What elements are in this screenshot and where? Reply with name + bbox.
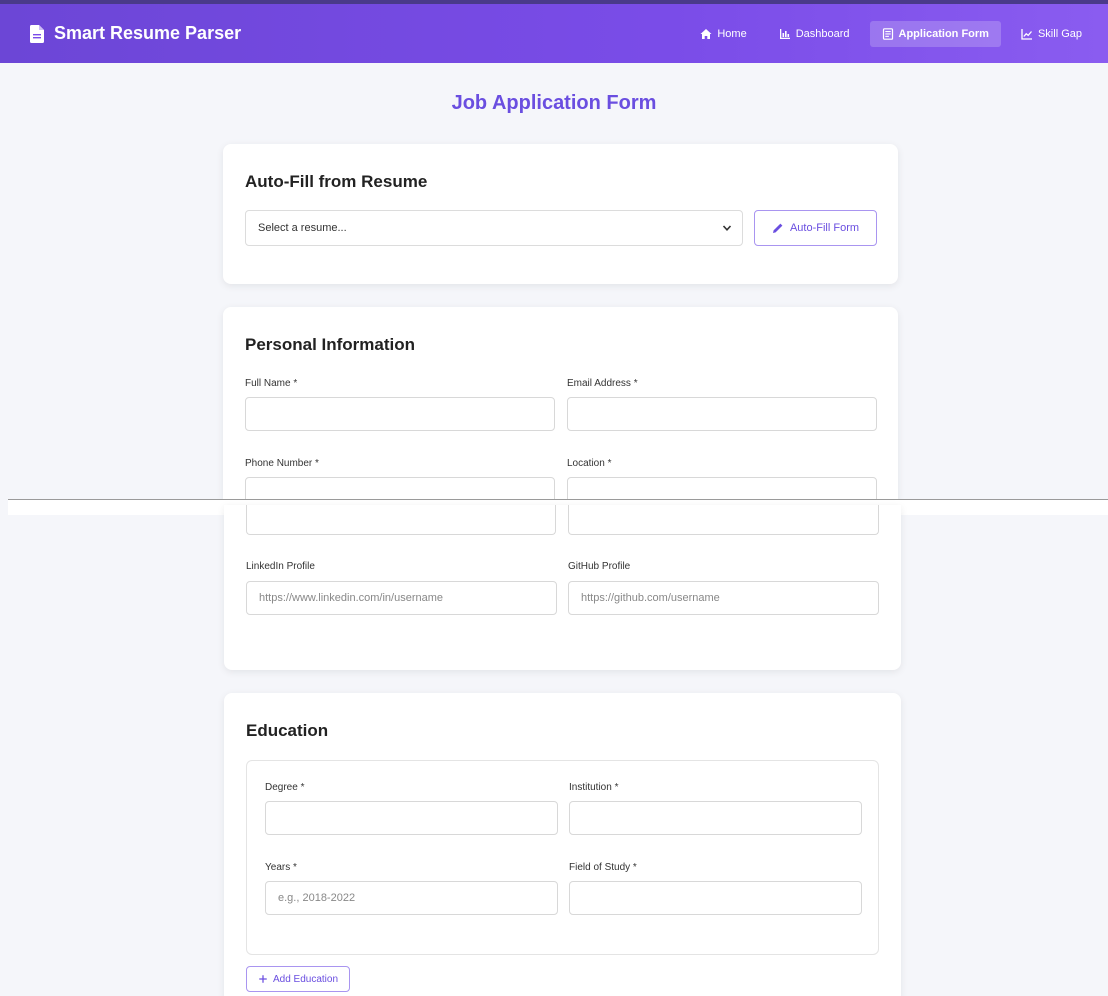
- autofill-title: Auto-Fill from Resume: [245, 172, 428, 191]
- autofill-button-label: Auto-Fill Form: [789, 222, 860, 234]
- nav-link-dashboard[interactable]: Dashboard: [767, 21, 862, 47]
- page-title: Job Application Form: [451, 92, 657, 114]
- form-icon: [882, 27, 893, 40]
- page: Smart Resume Parser Home Dashboard Appli…: [0, 0, 1108, 996]
- nav-link-skill-gap[interactable]: Skill Gap: [1009, 21, 1094, 47]
- education-title: Education: [246, 721, 329, 740]
- autofill-button[interactable]: Auto-Fill Form: [754, 210, 877, 246]
- personal-info-card: Personal Information Full Name * Email A…: [223, 307, 898, 511]
- nav-link-application-form[interactable]: Application Form: [869, 20, 1001, 47]
- add-education-button[interactable]: Add Education: [246, 966, 350, 992]
- full-name-field[interactable]: [245, 397, 555, 431]
- linkedin-field[interactable]: https://www.linkedin.com/in/username: [246, 581, 557, 615]
- field-of-study-field[interactable]: [569, 881, 862, 915]
- nav-link-label: Home: [717, 27, 747, 40]
- years-field[interactable]: e.g., 2018-2022: [265, 881, 558, 915]
- line-chart-icon: [1021, 28, 1032, 40]
- institution-label: Institution *: [569, 782, 619, 793]
- education-card: Education Degree * Institution * Years *…: [224, 693, 901, 996]
- github-placeholder: https://github.com/username: [581, 592, 720, 604]
- nav-link-label: Skill Gap: [1037, 27, 1082, 40]
- brand-title: Smart Resume Parser: [54, 23, 242, 43]
- document-icon: [30, 24, 44, 43]
- linkedin-placeholder: https://www.linkedin.com/in/username: [259, 592, 444, 604]
- nav-links: Home Dashboard Application Form Skill Ga…: [688, 4, 1094, 63]
- location-field-continued[interactable]: [568, 505, 879, 535]
- degree-field[interactable]: [265, 801, 558, 835]
- phone-label: Phone Number *: [245, 458, 319, 469]
- email-label: Email Address *: [567, 378, 638, 389]
- years-label: Years *: [265, 862, 297, 873]
- field-of-study-label: Field of Study *: [569, 862, 637, 873]
- nav-link-label: Application Form: [898, 27, 989, 40]
- bar-chart-icon: [779, 28, 790, 39]
- github-field[interactable]: https://github.com/username: [568, 581, 879, 615]
- nav-link-home[interactable]: Home: [688, 21, 758, 47]
- navbar: Smart Resume Parser Home Dashboard Appli…: [0, 0, 1108, 63]
- add-education-label: Add Education: [272, 973, 339, 985]
- phone-field-continued[interactable]: [246, 505, 556, 535]
- home-icon: [700, 28, 712, 39]
- email-field[interactable]: [567, 397, 877, 431]
- full-name-label: Full Name *: [245, 378, 298, 389]
- linkedin-label: LinkedIn Profile: [246, 561, 315, 572]
- personal-info-card-continued: LinkedIn Profile https://www.linkedin.co…: [224, 505, 901, 670]
- resume-select-value: Select a resume...: [258, 222, 347, 234]
- personal-info-title: Personal Information: [245, 335, 416, 354]
- years-placeholder: e.g., 2018-2022: [278, 892, 356, 904]
- location-label: Location *: [567, 458, 612, 469]
- autofill-card: Auto-Fill from Resume Select a resume...…: [223, 144, 898, 284]
- brand[interactable]: Smart Resume Parser: [30, 4, 241, 63]
- github-label: GitHub Profile: [568, 561, 631, 572]
- education-entry: Degree * Institution * Years * e.g., 201…: [246, 760, 879, 955]
- chevron-down-icon: [722, 225, 732, 231]
- institution-field[interactable]: [569, 801, 862, 835]
- plus-icon: [259, 975, 267, 983]
- degree-label: Degree *: [265, 782, 305, 793]
- pencil-icon: [772, 223, 783, 233]
- nav-link-label: Dashboard: [795, 27, 850, 40]
- resume-select[interactable]: Select a resume...: [245, 210, 743, 246]
